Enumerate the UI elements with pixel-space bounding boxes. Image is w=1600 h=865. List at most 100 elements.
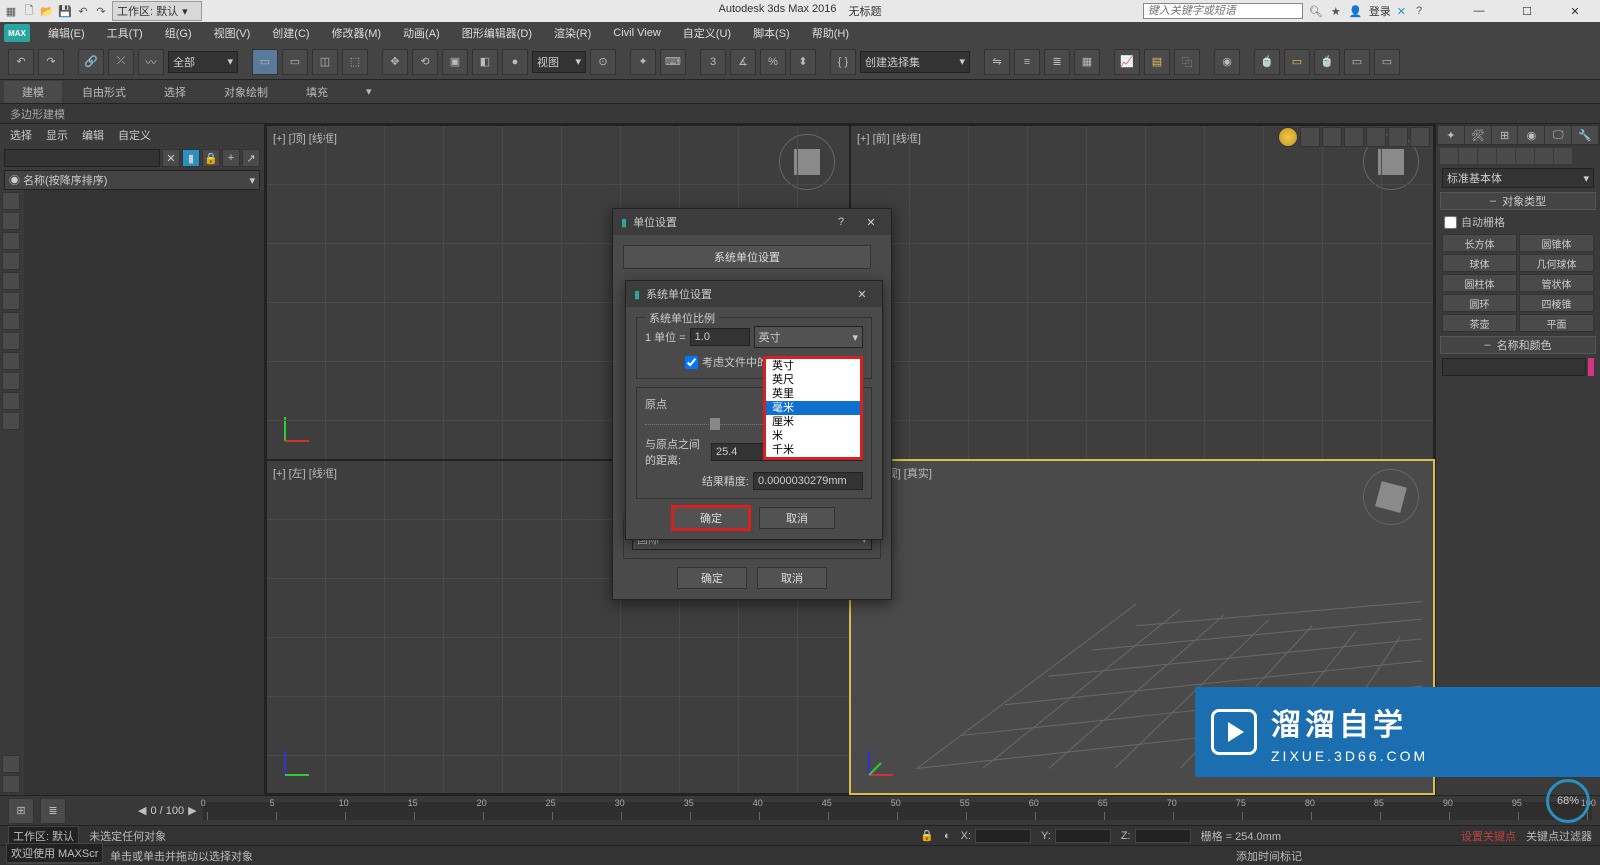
filter-group-icon[interactable]	[2, 312, 20, 330]
btn-sphere[interactable]: 球体	[1442, 254, 1517, 272]
light-icon[interactable]	[1478, 148, 1496, 164]
unit-option-cm[interactable]: 厘米	[766, 415, 860, 429]
maximize-button[interactable]: ☐	[1506, 0, 1548, 22]
select-object-button[interactable]: ▭	[252, 49, 278, 75]
respect-file-units-checkbox[interactable]	[685, 356, 698, 369]
redo-button[interactable]: ↷	[38, 49, 64, 75]
unlink-button[interactable]: ⤫	[108, 49, 134, 75]
ref-coord-dropdown[interactable]: 视图▾	[532, 51, 586, 73]
unit-type-dropdown[interactable]: 英寸▾	[754, 326, 863, 348]
sys-dialog-close-icon[interactable]: ✕	[850, 284, 874, 304]
ribbon-tab-selection[interactable]: 选择	[146, 81, 204, 103]
dialog-help-icon[interactable]: ?	[829, 212, 853, 232]
new-icon[interactable]: 🗋	[22, 4, 36, 18]
btn-pyramid[interactable]: 四棱锥	[1519, 294, 1594, 312]
btn-cylinder[interactable]: 圆柱体	[1442, 274, 1517, 292]
angle-snap-button[interactable]: ∡	[730, 49, 756, 75]
menu-tools[interactable]: 工具(T)	[97, 23, 153, 43]
btn-box[interactable]: 长方体	[1442, 234, 1517, 252]
add-time-tag[interactable]: 添加时间标记	[1236, 848, 1302, 864]
object-category-dropdown[interactable]: 标准基本体▾	[1442, 168, 1594, 188]
filter-frozen-icon[interactable]	[2, 392, 20, 410]
filter-light-icon[interactable]	[2, 232, 20, 250]
rendered-frame-button[interactable]: ▭	[1284, 49, 1310, 75]
menu-customize[interactable]: 自定义(U)	[673, 23, 741, 43]
material-editor-button[interactable]: ◉	[1214, 49, 1240, 75]
undo-icon[interactable]: ↶	[76, 4, 90, 18]
shading-icon-3[interactable]	[1344, 127, 1364, 147]
mirror-button[interactable]: ⇋	[984, 49, 1010, 75]
menu-edit[interactable]: 编辑(E)	[38, 23, 95, 43]
move-button[interactable]: ✥	[382, 49, 408, 75]
filter-helper-icon[interactable]	[2, 272, 20, 290]
cp-tab-modify[interactable]: 🛠	[1465, 126, 1491, 144]
link-button[interactable]: 🔗	[78, 49, 104, 75]
render-production-button[interactable]: 🍵	[1314, 49, 1340, 75]
save-icon[interactable]: 💾	[58, 4, 72, 18]
timeline-config-icon[interactable]: ⊞	[8, 798, 34, 824]
viewcube-top[interactable]	[779, 134, 835, 190]
filter-hidden-icon[interactable]	[2, 412, 20, 430]
menu-animation[interactable]: 动画(A)	[393, 23, 450, 43]
se-menu-edit[interactable]: 编辑	[82, 127, 104, 143]
search-icon[interactable]: 🔍︎	[1309, 4, 1323, 18]
menu-create[interactable]: 创建(C)	[262, 23, 319, 43]
unit-option-km[interactable]: 千米	[766, 443, 860, 457]
isolate-icon[interactable]: ◐	[944, 830, 951, 842]
bind-spacewarp-button[interactable]: 〰	[138, 49, 164, 75]
render-setup-button[interactable]: 🍵	[1254, 49, 1280, 75]
named-selset-dropdown[interactable]: 创建选择集▾	[860, 51, 970, 73]
search-clear-icon[interactable]: ✕	[162, 149, 180, 167]
cp-tab-motion[interactable]: ◉	[1518, 126, 1544, 144]
viewport-top-label[interactable]: [+] [顶] [线框]	[273, 130, 337, 146]
percent-snap-button[interactable]: %	[760, 49, 786, 75]
spinner-snap-button[interactable]: ⬍	[790, 49, 816, 75]
refcoord-button[interactable]: ●	[502, 49, 528, 75]
set-key-button[interactable]: 设置关键点	[1461, 828, 1516, 844]
rollout-object-type[interactable]: – 对象类型	[1440, 192, 1596, 210]
viewport-front-label[interactable]: [+] [前] [线框]	[857, 130, 921, 146]
ribbon-tab-expand[interactable]: ▾	[348, 82, 390, 101]
cp-tab-utilities[interactable]: 🔧	[1572, 126, 1598, 144]
key-filter-button[interactable]: 关键点过滤器	[1526, 828, 1592, 844]
lock-selection-icon[interactable]: 🔒	[920, 829, 934, 842]
undo-button[interactable]: ↶	[8, 49, 34, 75]
login-link[interactable]: 登录	[1369, 3, 1391, 19]
geom-icon[interactable]	[1440, 148, 1458, 164]
dope-sheet-button[interactable]: ▤	[1144, 49, 1170, 75]
star-icon[interactable]: ★	[1329, 4, 1343, 18]
search-select-icon[interactable]: ▮	[182, 149, 200, 167]
shading-icon-5[interactable]	[1388, 127, 1408, 147]
system-unit-setup-button[interactable]: 系统单位设置	[623, 245, 871, 269]
sys-cancel-button[interactable]: 取消	[759, 507, 835, 529]
viewport-left-label[interactable]: [+] [左] [线框]	[273, 465, 337, 481]
ribbon-tab-objectpaint[interactable]: 对象绘制	[206, 81, 286, 103]
unit-option-m[interactable]: 米	[766, 429, 860, 443]
sunlight-icon[interactable]	[1278, 127, 1298, 147]
scale-button[interactable]: ▣	[442, 49, 468, 75]
units-cancel-button[interactable]: 取消	[757, 567, 827, 589]
spacewarp-icon[interactable]	[1535, 148, 1553, 164]
shading-icon-4[interactable]	[1366, 127, 1386, 147]
ribbon-tab-modeling[interactable]: 建模	[4, 81, 62, 103]
redo-icon[interactable]: ↷	[94, 4, 108, 18]
viewport-front[interactable]: [+] [前] [线框]	[851, 126, 1433, 459]
cp-tab-create[interactable]: ✦	[1438, 126, 1464, 144]
unit-value-input[interactable]	[690, 328, 750, 346]
scene-search-input[interactable]	[4, 149, 160, 167]
scene-tree[interactable]	[24, 190, 264, 795]
units-ok-button[interactable]: 确定	[677, 567, 747, 589]
named-selset-edit-button[interactable]: { }	[830, 49, 856, 75]
open-icon[interactable]: 📂	[40, 4, 54, 18]
close-button[interactable]: ✕	[1554, 0, 1596, 22]
btn-torus[interactable]: 圆环	[1442, 294, 1517, 312]
workspace-dropdown[interactable]: 工作区: 默认▾	[112, 1, 202, 21]
filter-funnel-icon[interactable]	[2, 755, 20, 773]
rotate-button[interactable]: ⟲	[412, 49, 438, 75]
btn-teapot[interactable]: 茶壶	[1442, 314, 1517, 332]
camera-icon[interactable]	[1497, 148, 1515, 164]
btn-cone[interactable]: 圆锥体	[1519, 234, 1594, 252]
timeline-next-icon[interactable]: ▶	[188, 804, 196, 817]
minimize-button[interactable]: —	[1458, 0, 1500, 22]
systems-icon[interactable]	[1554, 148, 1572, 164]
